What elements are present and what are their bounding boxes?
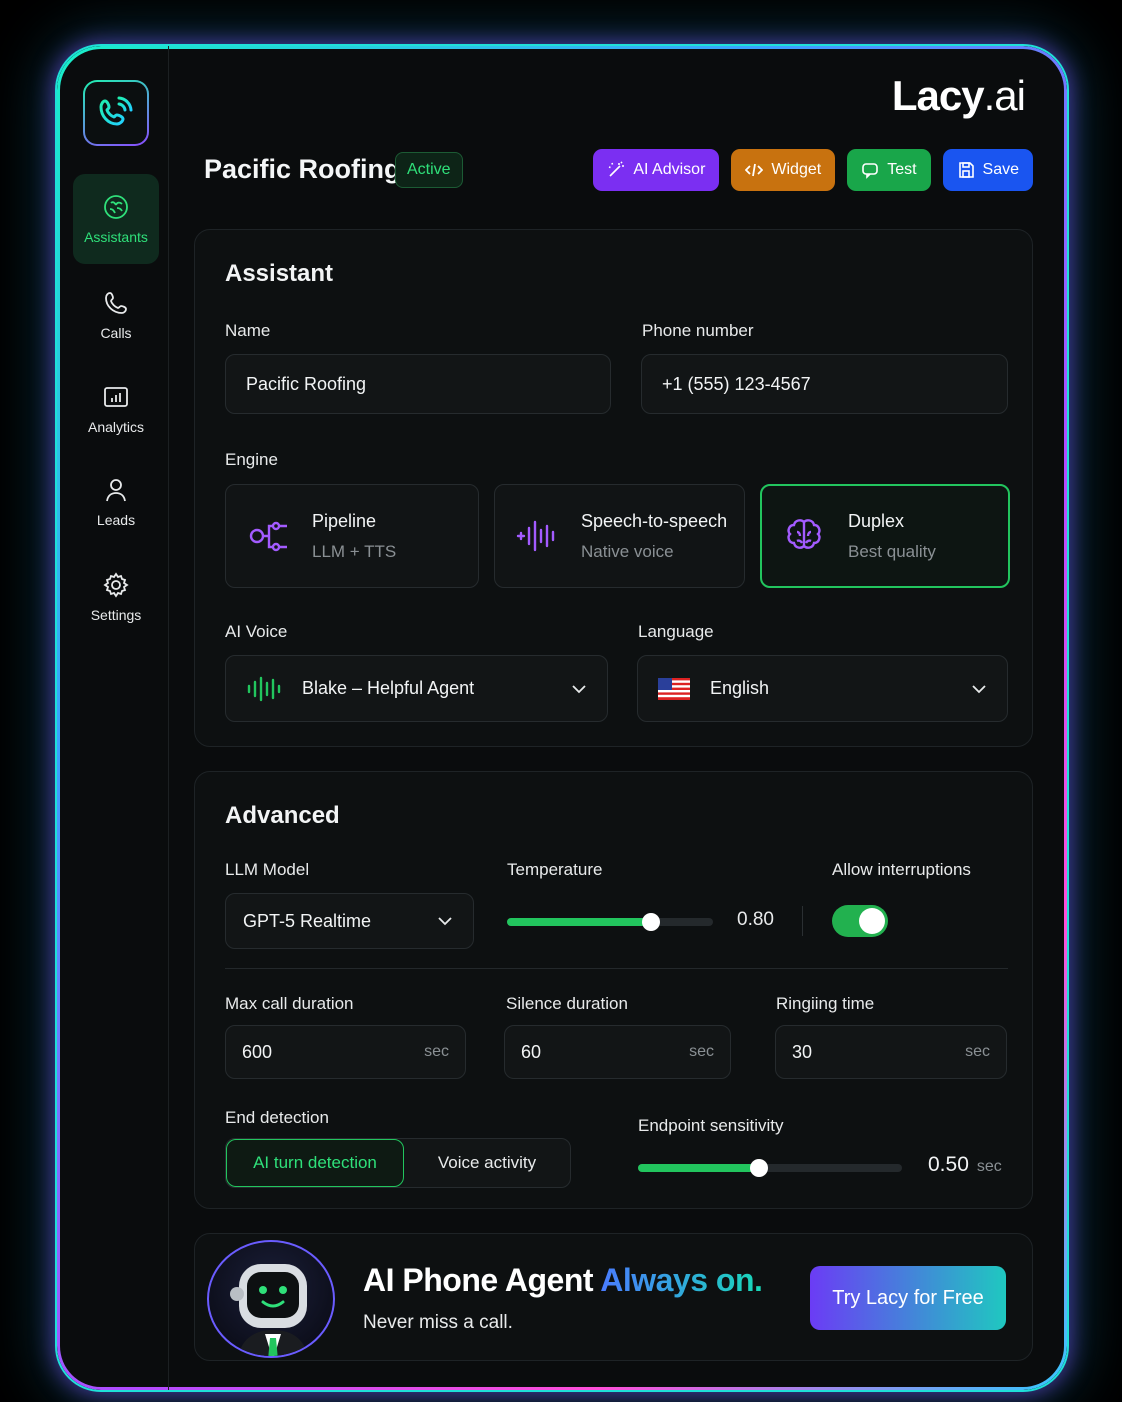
endpoint-slider-fill: [638, 1164, 760, 1172]
sidebar-item-calls[interactable]: Calls: [73, 270, 159, 360]
end-detection-segmented: AI turn detection Voice activity: [225, 1138, 571, 1188]
sidebar-item-label: Calls: [100, 325, 132, 341]
chevron-down-icon: [972, 684, 986, 693]
banner-subline: Never miss a call.: [363, 1312, 513, 1333]
name-input[interactable]: Pacific Roofing: [225, 354, 611, 414]
silence-label: Silence duration: [506, 994, 628, 1013]
silence-input[interactable]: 60 sec: [504, 1025, 731, 1079]
robot-avatar: [207, 1240, 335, 1358]
code-icon: [745, 163, 764, 177]
try-free-button[interactable]: Try Lacy for Free: [810, 1266, 1006, 1330]
max-call-input[interactable]: 600 sec: [225, 1025, 466, 1079]
gear-icon: [103, 572, 129, 598]
segment-voice-activity[interactable]: Voice activity: [404, 1139, 570, 1187]
segment-ai-turn-detection[interactable]: AI turn detection: [226, 1139, 404, 1187]
endpoint-slider[interactable]: [638, 1159, 902, 1177]
endpoint-readout: 0.50 sec: [928, 1153, 1002, 1176]
divider: [802, 906, 803, 936]
brand-logo: Lacy.ai: [891, 72, 1026, 119]
phone-label: Phone number: [642, 321, 754, 340]
toolbar: AI Advisor Widget Test Save: [593, 149, 1033, 191]
ringing-label: Ringiing time: [776, 994, 875, 1013]
llm-select[interactable]: GPT-5 Realtime: [225, 893, 474, 949]
interruptions-label: Allow interruptions: [832, 860, 971, 879]
sidebar-item-label: Settings: [90, 607, 142, 623]
banner-headline: AI Phone Agent Always on.: [363, 1262, 763, 1298]
ai-advisor-button[interactable]: AI Advisor: [593, 149, 720, 191]
section-title: Assistant: [225, 260, 334, 287]
temperature-value: 0.80: [737, 909, 774, 930]
language-label: Language: [638, 622, 714, 641]
brain-icon: [104, 195, 128, 219]
voice-wave-icon: [247, 676, 281, 701]
app-logo[interactable]: [83, 80, 149, 146]
phone-icon: [105, 292, 127, 314]
sidebar-item-label: Assistants: [84, 229, 148, 245]
endpoint-value: 0.50: [928, 1153, 969, 1176]
interruptions-toggle[interactable]: [832, 905, 888, 937]
engine-option-speech-to-speech[interactable]: Speech-to-speech Native voice: [494, 484, 745, 588]
llm-label: LLM Model: [225, 860, 310, 879]
temperature-label: Temperature: [507, 860, 603, 879]
divider: [225, 968, 1008, 969]
status-badge: Active: [395, 152, 463, 188]
engine-label: Engine: [225, 450, 278, 469]
sidebar-item-label: Analytics: [87, 419, 145, 435]
voice-label: AI Voice: [225, 622, 288, 641]
page-title: Pacific Roofing: [204, 154, 401, 184]
chart-icon: [104, 387, 128, 407]
phone-wave-icon: [99, 96, 133, 126]
end-detection-label: End detection: [225, 1108, 329, 1127]
engine-option-pipeline[interactable]: Pipeline LLM + TTS: [225, 484, 479, 588]
phone-input[interactable]: +1 (555) 123-4567: [641, 354, 1008, 414]
temperature-slider-handle[interactable]: [642, 913, 661, 931]
temperature-slider-fill: [507, 918, 652, 926]
brain-icon: [787, 519, 821, 549]
sidebar-item-leads[interactable]: Leads: [73, 457, 159, 547]
chat-icon: [862, 163, 878, 179]
sidebar-item-label: Leads: [96, 512, 136, 528]
promo-banner: AI Phone Agent Always on. Never miss a c…: [194, 1233, 1033, 1361]
save-button[interactable]: Save: [942, 149, 1033, 191]
name-label: Name: [225, 321, 271, 340]
endpoint-label: Endpoint sensitivity: [638, 1116, 784, 1135]
sidebar-item-assistants[interactable]: Assistants: [73, 174, 159, 264]
engine-option-duplex[interactable]: Duplex Best quality: [760, 484, 1010, 588]
test-button[interactable]: Test: [847, 149, 931, 191]
sidebar-item-settings[interactable]: Settings: [73, 552, 159, 642]
assistant-card: Assistant Name Pacific Roofing Phone num…: [194, 229, 1033, 747]
temperature-slider[interactable]: [507, 913, 713, 931]
magic-wand-icon: [609, 161, 625, 177]
us-flag-icon: [658, 677, 690, 700]
app-window: Assistants Calls Analytics Leads Setting…: [57, 46, 1067, 1390]
robot-illustration: [230, 1264, 308, 1356]
chevron-down-icon: [438, 917, 452, 926]
pipeline-icon: [249, 521, 287, 552]
voice-select[interactable]: Blake – Helpful Agent: [225, 655, 608, 722]
save-icon: [958, 162, 974, 178]
user-icon: [106, 479, 126, 502]
language-select[interactable]: English: [637, 655, 1008, 722]
advanced-card: Advanced LLM Model GPT-5 Realtime Temper…: [194, 771, 1033, 1209]
widget-button[interactable]: Widget: [731, 149, 836, 191]
section-title: Advanced: [225, 802, 340, 829]
endpoint-slider-handle[interactable]: [750, 1159, 769, 1177]
chevron-down-icon: [572, 684, 586, 693]
audio-wave-icon: [516, 520, 555, 552]
sidebar-item-analytics[interactable]: Analytics: [73, 364, 159, 454]
ringing-input[interactable]: 30 sec: [775, 1025, 1007, 1079]
max-call-label: Max call duration: [225, 994, 354, 1013]
sidebar: Assistants Calls Analytics Leads Setting…: [57, 46, 169, 1390]
